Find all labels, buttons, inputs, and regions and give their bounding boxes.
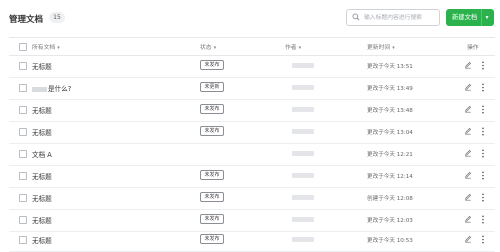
updated-time: 更改于今天 13:49 <box>367 86 413 92</box>
select-all-checkbox[interactable] <box>19 43 27 51</box>
table-row[interactable]: 无标题 未发布 更改于今天 10:53 <box>9 229 495 252</box>
pencil-icon[interactable] <box>464 235 472 243</box>
more-vertical-icon[interactable] <box>481 149 485 158</box>
search-box[interactable] <box>346 9 440 26</box>
status-badge: 未发布 <box>200 104 224 114</box>
chevron-down-icon: ▾ <box>392 45 395 51</box>
author-name <box>292 151 314 156</box>
pencil-icon[interactable] <box>464 105 472 113</box>
new-document-label: 新建文档 <box>452 14 478 21</box>
row-checkbox[interactable] <box>19 128 27 136</box>
column-all-documents[interactable]: 所有文档 ▾ <box>32 42 60 51</box>
table-row[interactable]: 无标题 未发布 更改于今天 13:04 <box>9 121 495 144</box>
more-vertical-icon[interactable] <box>481 235 485 244</box>
updated-time: 更改于今天 13:48 <box>367 108 413 114</box>
column-updated[interactable]: 更新时间 ▾ <box>367 42 395 51</box>
page-title: 管理文档 <box>9 15 44 25</box>
column-actions: 操作 <box>467 45 479 51</box>
updated-time: 更改于今天 12:14 <box>367 174 413 180</box>
chevron-down-icon: ▾ <box>57 45 60 51</box>
more-vertical-icon[interactable] <box>481 193 485 202</box>
author-name <box>292 217 314 222</box>
column-author-label: 作者 <box>285 45 297 51</box>
updated-time: 更改于今天 13:04 <box>367 130 413 136</box>
row-checkbox[interactable] <box>19 62 27 70</box>
author-name <box>292 195 314 200</box>
document-title[interactable]: 无标题 <box>32 127 52 137</box>
pencil-icon[interactable] <box>464 149 472 157</box>
table-header: 所有文档 ▾ 状态 ▾ 作者 ▾ 更新时间 ▾ 操作 <box>9 37 495 56</box>
column-all-documents-label: 所有文档 <box>32 45 56 51</box>
redacted-text <box>32 86 47 92</box>
table-row[interactable]: 无标题 未发布 更改于今天 13:51 <box>9 55 495 78</box>
table-row[interactable]: 文档 A 更改于今天 12:21 <box>9 143 495 166</box>
table-row[interactable]: 无标题 未发布 更改于今天 13:48 <box>9 99 495 122</box>
document-title[interactable]: 是什么? <box>32 83 71 93</box>
table-row[interactable]: 无标题 未发布 创建于今天 12:08 <box>9 187 495 210</box>
row-checkbox[interactable] <box>19 194 27 202</box>
document-title[interactable]: 无标题 <box>32 235 52 245</box>
search-icon <box>352 13 360 21</box>
more-vertical-icon[interactable] <box>481 171 485 180</box>
status-badge: 未发布 <box>200 234 224 244</box>
updated-time: 创建于今天 12:08 <box>367 196 413 202</box>
table-row[interactable]: 无标题 未发布 更改于今天 12:14 <box>9 165 495 188</box>
chevron-down-icon: ▾ <box>298 45 302 51</box>
status-badge: 未发布 <box>200 214 224 224</box>
status-badge: 未发布 <box>200 192 224 202</box>
document-title[interactable]: 无标题 <box>32 171 52 181</box>
row-checkbox[interactable] <box>19 236 27 244</box>
page-header: 管理文档 15 新建文档 ▾ <box>0 0 500 36</box>
author-name <box>292 85 314 90</box>
more-vertical-icon[interactable] <box>481 105 485 114</box>
updated-time: 更改于今天 10:53 <box>367 238 413 244</box>
more-vertical-icon[interactable] <box>481 61 485 70</box>
column-status[interactable]: 状态 ▾ <box>200 42 216 51</box>
pencil-icon[interactable] <box>464 127 472 135</box>
more-vertical-icon[interactable] <box>481 215 485 224</box>
updated-time: 更改于今天 12:03 <box>367 218 413 224</box>
pencil-icon[interactable] <box>464 193 472 201</box>
row-checkbox[interactable] <box>19 84 27 92</box>
more-vertical-icon[interactable] <box>481 83 485 92</box>
table-row[interactable]: 是什么? 未更新 更改于今天 13:49 <box>9 77 495 100</box>
document-title[interactable]: 无标题 <box>32 193 52 203</box>
document-title[interactable]: 文档 A <box>32 149 52 159</box>
status-badge: 未发布 <box>200 60 224 70</box>
chevron-down-icon[interactable]: ▾ <box>481 9 492 26</box>
pencil-icon[interactable] <box>464 215 472 223</box>
document-title[interactable]: 无标题 <box>32 105 52 115</box>
column-author[interactable]: 作者 ▾ <box>285 42 301 51</box>
chevron-down-icon: ▾ <box>213 45 217 51</box>
pencil-icon[interactable] <box>464 83 472 91</box>
column-updated-label: 更新时间 <box>367 45 391 51</box>
row-checkbox[interactable] <box>19 106 27 114</box>
status-badge: 未更新 <box>200 82 224 92</box>
author-name <box>292 129 314 134</box>
row-checkbox[interactable] <box>19 172 27 180</box>
document-title[interactable]: 无标题 <box>32 61 52 71</box>
status-badge: 未发布 <box>200 126 224 136</box>
row-checkbox[interactable] <box>19 150 27 158</box>
status-badge: 未发布 <box>200 170 224 180</box>
document-title-text: 是什么? <box>48 85 72 93</box>
new-document-button[interactable]: 新建文档 ▾ <box>446 9 494 26</box>
author-name <box>292 107 314 112</box>
updated-time: 更改于今天 13:51 <box>367 64 413 70</box>
updated-time: 更改于今天 12:21 <box>367 152 413 158</box>
pencil-icon[interactable] <box>464 61 472 69</box>
document-count-badge: 15 <box>49 12 65 23</box>
author-name <box>292 173 314 178</box>
more-vertical-icon[interactable] <box>481 127 485 136</box>
pencil-icon[interactable] <box>464 171 472 179</box>
row-checkbox[interactable] <box>19 216 27 224</box>
author-name <box>292 237 314 242</box>
document-title[interactable]: 无标题 <box>32 215 52 225</box>
search-input[interactable] <box>364 12 438 23</box>
column-status-label: 状态 <box>200 45 212 51</box>
author-name <box>292 63 314 68</box>
